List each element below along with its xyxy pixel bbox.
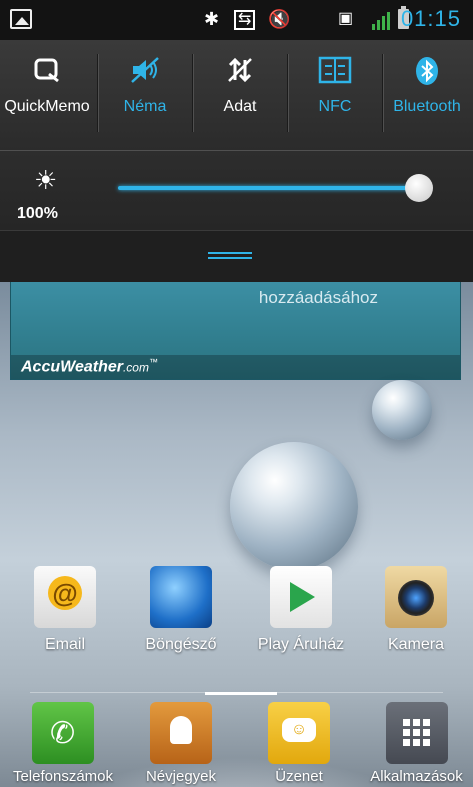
brightness-value: 100%: [17, 205, 58, 222]
brightness-panel: ☀ 100%: [0, 150, 473, 231]
browser-icon: [150, 566, 212, 628]
data-toggle[interactable]: Adat: [193, 40, 287, 140]
mute-label: Néma: [123, 98, 167, 115]
weather-widget-text: hozzáadásához: [258, 288, 378, 307]
email-icon: @: [34, 566, 96, 628]
app-label: Email: [44, 636, 85, 653]
quick-settings-panel: QuickMemo Néma Adat NFC Bluetooth: [0, 40, 473, 150]
nfc-icon: ⇆: [234, 10, 256, 30]
mute-icon: [98, 56, 192, 92]
quickmemo-icon: [0, 56, 94, 92]
app-label: Telefonszámok: [12, 768, 114, 785]
dock-app-drawer[interactable]: Alkalmazások: [360, 702, 473, 785]
accuweather-logo: AccuWeather.com™: [21, 357, 158, 376]
play-store-icon: [270, 566, 332, 628]
camera-icon: [385, 566, 447, 628]
clock: 01:15: [400, 6, 461, 31]
apps-grid-icon: [385, 702, 448, 764]
brightness-icon: ☀: [34, 165, 58, 195]
quickmemo-toggle[interactable]: QuickMemo: [0, 40, 94, 140]
app-email[interactable]: @ Email: [10, 566, 120, 654]
bluetooth-label: Bluetooth: [393, 98, 461, 115]
weather-widget-brand-bar: AccuWeather.com™: [11, 355, 460, 379]
data-label: Adat: [223, 98, 257, 115]
app-label: Play Áruház: [257, 636, 345, 653]
message-icon: ☺: [268, 702, 330, 764]
nfc-icon: [288, 56, 382, 92]
contacts-icon: [150, 702, 212, 764]
dock-app-messages[interactable]: ☺ Üzenet: [244, 702, 354, 785]
weather-widget[interactable]: hozzáadásához AccuWeather.com™: [10, 282, 461, 380]
app-label: Böngésző: [145, 636, 217, 653]
app-label: Névjegyek: [145, 768, 217, 785]
bluetooth-toggle[interactable]: Bluetooth: [381, 40, 473, 140]
mute-toggle[interactable]: Néma: [98, 40, 192, 140]
dock-app-contacts[interactable]: Névjegyek: [126, 702, 236, 785]
drag-grip: [208, 252, 252, 254]
app-label: Üzenet: [275, 768, 323, 785]
dock-app-phone[interactable]: ✆ Telefonszámok: [8, 702, 118, 785]
nfc-toggle[interactable]: NFC: [288, 40, 382, 140]
quickmemo-label: QuickMemo: [4, 98, 90, 115]
brightness-slider-thumb[interactable]: [405, 174, 433, 202]
wallpaper-bubble: [372, 380, 432, 440]
data-icon: [193, 56, 287, 92]
app-play-store[interactable]: Play Áruház: [246, 566, 356, 654]
app-label: Kamera: [387, 636, 445, 653]
app-browser[interactable]: Böngésző: [126, 566, 236, 654]
mute-icon: 🔇: [268, 9, 291, 29]
app-camera[interactable]: Kamera: [361, 566, 471, 654]
status-bar[interactable]: ✱ ⇆ 🔇 ▣ 01:15: [0, 0, 473, 40]
signal-icon: [372, 10, 392, 30]
gallery-notification-icon: [10, 9, 32, 29]
nfc-label: NFC: [318, 98, 352, 115]
sim-icon: ▣: [338, 10, 354, 27]
home-screen: hozzáadásához AccuWeather.com™ @ Email B…: [0, 282, 473, 787]
brightness-slider[interactable]: [118, 186, 418, 190]
wallpaper-bubble: [230, 442, 358, 570]
notification-drag-handle[interactable]: [0, 230, 473, 283]
dock-handle[interactable]: [205, 692, 277, 695]
phone-icon: ✆: [32, 702, 94, 764]
bluetooth-icon: [381, 56, 473, 92]
bluetooth-icon: ✱: [204, 9, 220, 29]
app-label: Alkalmazások: [370, 768, 463, 785]
